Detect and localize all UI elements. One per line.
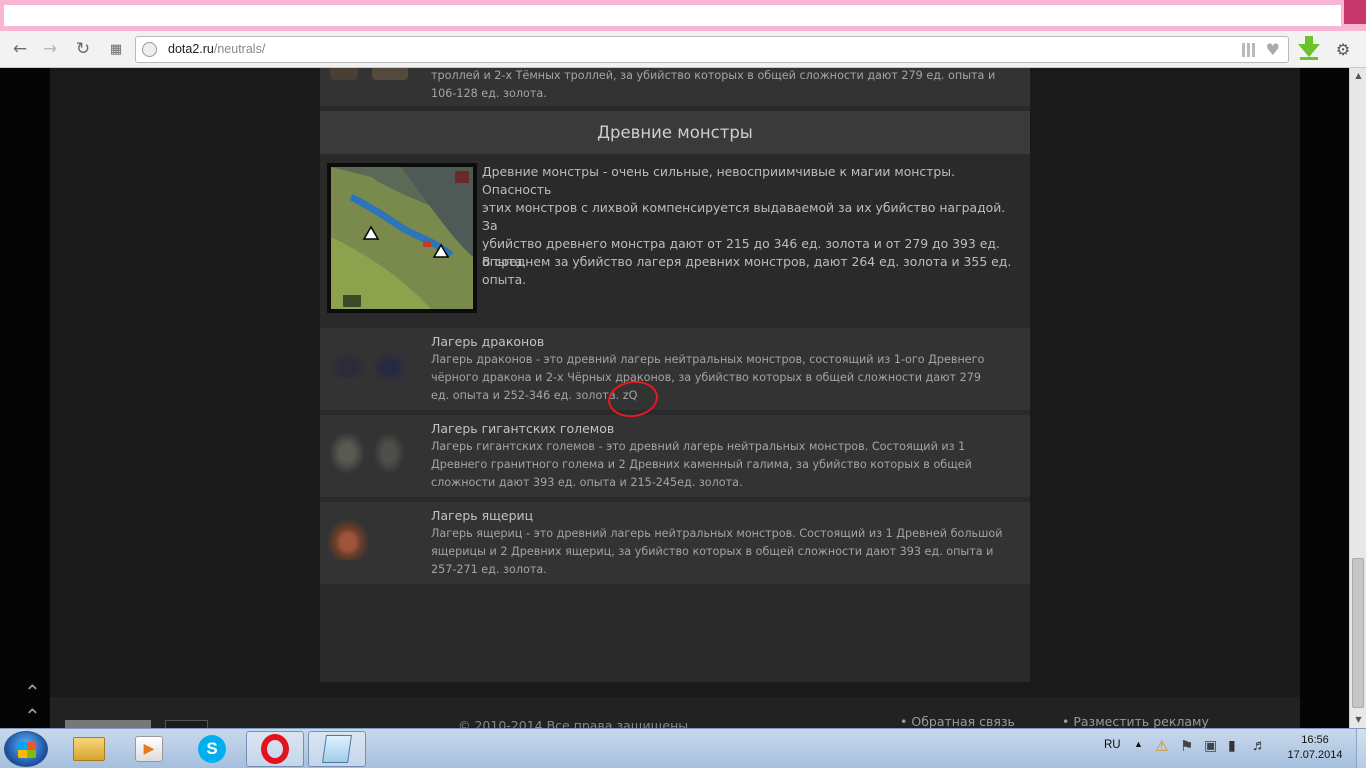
dragon-camp-title[interactable]: Лагерь драконов (431, 333, 544, 351)
stash-icon[interactable] (1242, 43, 1256, 57)
scroll-to-top-icon[interactable]: ⌃ ⌃ (24, 680, 41, 728)
scroll-up-icon[interactable]: ▲ (1350, 68, 1366, 84)
granite-golem-image (330, 433, 364, 473)
start-button[interactable] (4, 731, 48, 767)
clock-time: 16:56 (1301, 734, 1329, 746)
media-player-icon: ▶ (135, 736, 163, 762)
footer-link-feedback[interactable]: • Обратная связь (900, 714, 1015, 728)
lizard-camp-text-line: Лагерь ящериц - это древний лагерь нейтр… (431, 527, 1003, 540)
lizard-camp-text-line: 257-271 ед. золота. (431, 563, 547, 576)
lizard-image (328, 520, 368, 560)
browser-toolbar: ← → ↻ ▦ dota2.ru/neutrals/ ♥ (0, 31, 1366, 68)
skype-taskbar-button[interactable]: S (183, 731, 241, 767)
windows-taskbar: ▶ S RU ▲ ⚠ ⚑ ▣ ▮ ♬ (0, 728, 1366, 768)
golem-camp-text-line: Лагерь гигантских големов - это древний … (431, 440, 966, 453)
intro-line: убийство древнего монстра дают от 215 до… (482, 236, 1000, 251)
show-desktop-button[interactable] (1356, 729, 1366, 768)
dark-troll-image (372, 68, 408, 80)
web-page: троллей и 2-х Тёмных троллей, за убийств… (0, 68, 1349, 728)
action-center-flag-icon[interactable]: ⚑ (1180, 737, 1193, 755)
heart-icon[interactable]: ♥ (1266, 40, 1280, 59)
explorer-taskbar-button[interactable] (60, 731, 118, 767)
skype-icon: S (198, 735, 226, 763)
troll-image (330, 68, 358, 80)
footer-link-advertise[interactable]: • Разместить рекламу (1062, 714, 1209, 728)
lizard-camp-card: Лагерь ящериц Лагерь ящериц - это древни… (320, 502, 1030, 584)
browser-menu-icon[interactable]: ⚙ (1333, 40, 1353, 60)
address-bar[interactable]: dota2.ru/neutrals/ ♥ (135, 36, 1289, 63)
average-line: В среднем за убийство лагеря древних мон… (482, 254, 1012, 269)
browser-titlebar (0, 0, 1366, 31)
dragon-camp-text-line: чёрного дракона и 2-х Чёрных драконов, з… (431, 371, 981, 384)
average-line: опыта. (482, 272, 527, 287)
volume-icon[interactable]: ♬ (1252, 737, 1267, 754)
counter-badge[interactable] (165, 720, 208, 728)
url-text[interactable]: dota2.ru/neutrals/ (168, 42, 265, 56)
golem-camp-text-line: Древнего гранитного голема и 2 Древних к… (431, 458, 972, 471)
dragon-camp-card: Лагерь драконов Лагерь драконов - это др… (320, 328, 1030, 410)
speed-dial-icon[interactable]: ▦ (106, 39, 126, 59)
opera-taskbar-button[interactable] (246, 731, 304, 767)
golem-camp-card: Лагерь гигантских големов Лагерь гигантс… (320, 415, 1030, 497)
dragon-camp-text-line: Лагерь драконов - это древний лагерь ней… (431, 353, 985, 366)
windows-logo-icon (18, 742, 36, 758)
lizard-camp-title[interactable]: Лагерь ящериц (431, 507, 533, 525)
intro-line: этих монстров с лихвой компенсируется вы… (482, 200, 1006, 233)
intro-line: Древние монстры - очень сильные, невоспр… (482, 164, 956, 197)
tray-expand-icon[interactable]: ▲ (1134, 739, 1143, 749)
ancients-minimap-image (327, 163, 477, 313)
back-arrow-icon[interactable]: ← (10, 39, 30, 59)
lizard-camp-text-line: ящерицы и 2 Древних ящериц, за убийство … (431, 545, 994, 558)
network-signal-icon[interactable]: ▮ (1228, 737, 1236, 754)
section-title: Древние монстры (320, 111, 1030, 154)
footer-copyright: © 2010-2014 Все права защищены (458, 718, 689, 728)
notepad-icon (322, 735, 352, 763)
site-info-icon[interactable] (142, 42, 157, 57)
tray-app-icon[interactable]: ⚠ (1155, 737, 1168, 755)
reload-icon[interactable]: ↻ (73, 39, 93, 59)
device-icon[interactable]: ▣ (1204, 737, 1217, 754)
notepad-taskbar-button[interactable] (308, 731, 366, 767)
dragon-camp-text-line: ед. опыта и 252-346 ед. золота. zQ (431, 389, 638, 402)
troll-camp-text-line: троллей и 2-х Тёмных троллей, за убийств… (431, 69, 996, 82)
opera-icon (261, 734, 289, 764)
visitor-counter[interactable] (65, 720, 151, 728)
scrollbar-thumb[interactable] (1352, 558, 1364, 708)
window-close-button[interactable] (1344, 0, 1366, 24)
golem-camp-text-line: сложности дают 393 ед. опыта и 215-245ед… (431, 476, 743, 489)
language-indicator[interactable]: RU (1104, 739, 1121, 751)
clock-date: 17.07.2014 (1287, 749, 1343, 761)
golem-camp-title[interactable]: Лагерь гигантских големов (431, 420, 614, 438)
ancients-average: В среднем за убийство лагеря древних мон… (482, 253, 1022, 289)
download-icon[interactable] (1298, 36, 1320, 60)
vertical-scrollbar[interactable]: ▲ ▼ (1349, 68, 1366, 728)
system-clock[interactable]: 16:56 17.07.2014 (1285, 733, 1345, 763)
ancient-dragon-image (330, 352, 366, 378)
media-player-taskbar-button[interactable]: ▶ (120, 731, 178, 767)
black-dragon-image (372, 352, 408, 380)
scroll-down-icon[interactable]: ▼ (1350, 712, 1366, 728)
folder-icon (73, 737, 105, 761)
troll-camp-text-line: 106-128 ед. золота. (431, 87, 547, 100)
troll-camp-card: троллей и 2-х Тёмных троллей, за убийств… (320, 68, 1030, 106)
rock-golem-image (374, 433, 404, 473)
forward-arrow-icon[interactable]: → (40, 39, 60, 59)
tab-strip[interactable] (4, 5, 1341, 26)
